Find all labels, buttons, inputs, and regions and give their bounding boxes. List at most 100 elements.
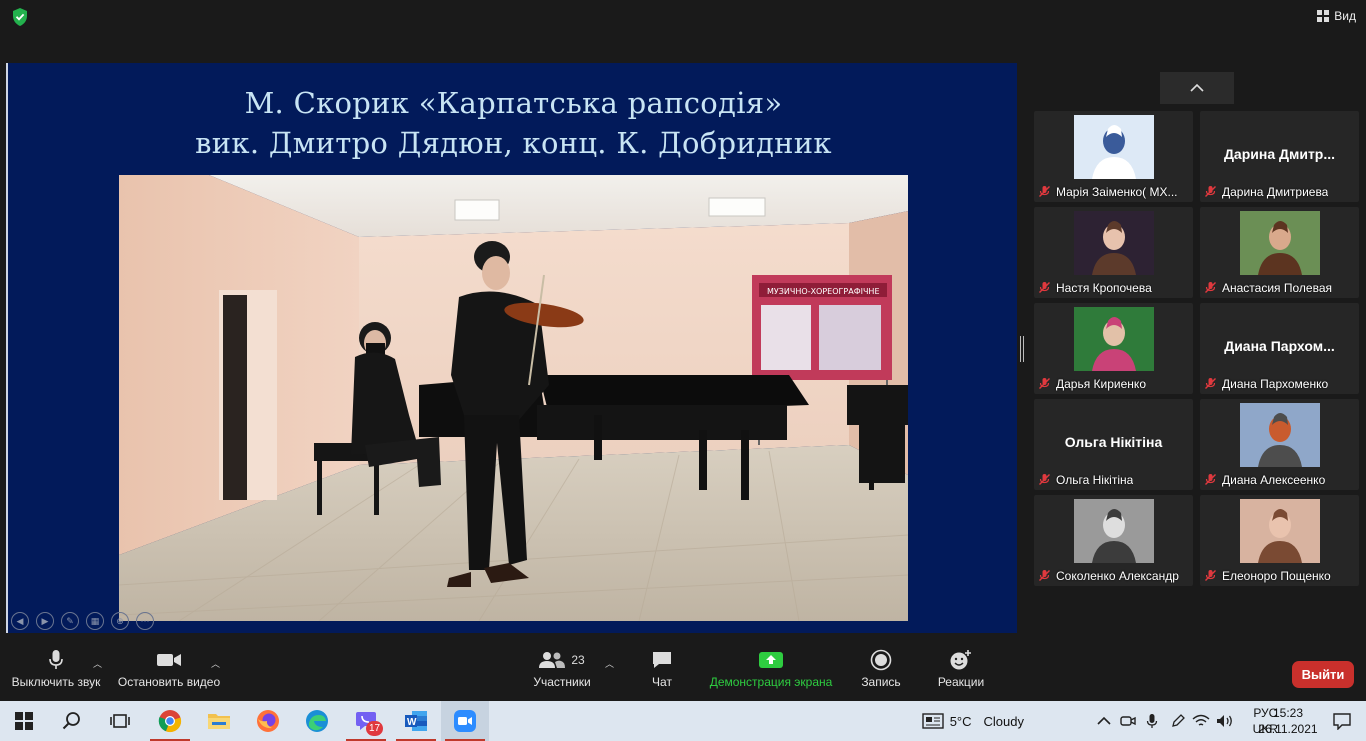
reactions-label: Реакции bbox=[937, 675, 985, 689]
share-screen-icon bbox=[758, 645, 784, 675]
notifications-button[interactable] bbox=[1332, 701, 1352, 741]
participant-name-label: Елеоноро Пощенко bbox=[1204, 567, 1331, 584]
participant-video-thumbnail bbox=[1240, 211, 1320, 275]
task-view-button[interactable] bbox=[96, 701, 144, 741]
taskbar-edge[interactable] bbox=[293, 701, 341, 741]
participant-tile[interactable]: Марія Заіменко( МХ... bbox=[1034, 111, 1193, 202]
muted-microphone-icon bbox=[1039, 186, 1050, 197]
slide-title-line1: М. Скорик «Карпатська рапсодія» bbox=[244, 86, 783, 120]
participant-tile[interactable]: Анастасия Полевая bbox=[1200, 207, 1359, 298]
participant-name-label: Ольга Нікітіна bbox=[1038, 471, 1133, 488]
participant-name: Диана Алексеенко bbox=[1222, 472, 1326, 487]
camera-tray-icon[interactable] bbox=[1120, 701, 1136, 741]
more-icon[interactable]: ⋯ bbox=[136, 612, 154, 630]
participant-display-name: Дарина Дмитр... bbox=[1223, 146, 1336, 162]
windows-taskbar: 17 W 5°C Cloudy РУС UKR 15:23 26.11.2021 bbox=[0, 701, 1366, 741]
participant-name: Марія Заіменко( МХ... bbox=[1056, 184, 1178, 199]
muted-microphone-icon bbox=[1039, 282, 1050, 293]
participant-tile[interactable]: Диана Пархом... Диана Пархоменко bbox=[1200, 303, 1359, 394]
video-options-caret-icon[interactable]: ︿ bbox=[211, 657, 220, 670]
video-camera-icon bbox=[156, 645, 182, 675]
participant-video-thumbnail bbox=[1074, 211, 1154, 275]
chat-icon bbox=[651, 645, 673, 675]
firefox-icon bbox=[257, 710, 279, 732]
clock-time: 15:23 bbox=[1272, 706, 1304, 720]
photo-banner-text: МУЗИЧНО-ХОРЕОГРАФІЧНЕ bbox=[767, 287, 880, 296]
participant-tile[interactable]: Дарина Дмитр... Дарина Дмитриева bbox=[1200, 111, 1359, 202]
pen-icon[interactable]: ✎ bbox=[61, 612, 79, 630]
taskbar-zoom[interactable] bbox=[441, 701, 489, 741]
participant-name: Дарина Дмитриева bbox=[1222, 184, 1329, 199]
wifi-icon[interactable] bbox=[1192, 701, 1210, 741]
slides-grid-icon[interactable]: ▦ bbox=[86, 612, 104, 630]
mute-label: Выключить звук bbox=[11, 675, 101, 689]
participant-display-name: Диана Пархом... bbox=[1224, 338, 1335, 354]
task-view-icon bbox=[110, 714, 130, 728]
muted-microphone-icon bbox=[1205, 282, 1216, 293]
stop-video-button[interactable]: Остановить видео bbox=[116, 645, 222, 701]
audio-options-caret-icon[interactable]: ︿ bbox=[93, 657, 102, 670]
reactions-button[interactable]: Реакции bbox=[934, 645, 988, 701]
notification-icon bbox=[1333, 713, 1351, 730]
record-icon bbox=[870, 645, 892, 675]
taskbar-firefox[interactable] bbox=[244, 701, 292, 741]
reactions-smiley-icon bbox=[949, 645, 973, 675]
participant-display-name: Ольга Нікітіна bbox=[1064, 434, 1163, 450]
search-button[interactable] bbox=[48, 701, 96, 741]
taskbar-chrome[interactable] bbox=[146, 701, 194, 741]
weather-desc: Cloudy bbox=[983, 713, 1024, 729]
participant-tile[interactable]: Елеоноро Пощенко bbox=[1200, 495, 1359, 586]
participant-name-label: Диана Алексеенко bbox=[1204, 471, 1325, 488]
participant-tile[interactable]: Дарья Кириенко bbox=[1034, 303, 1193, 394]
windows-logo-icon bbox=[15, 712, 33, 730]
taskbar-viber[interactable]: 17 bbox=[342, 701, 390, 741]
participants-caret-icon[interactable]: ︿ bbox=[605, 657, 614, 670]
next-slide-icon[interactable]: ▶ bbox=[36, 612, 54, 630]
shared-screen[interactable]: М. Скорик «Карпатська рапсодія» вик. Дми… bbox=[6, 63, 1017, 633]
gallery-scroll-up-button[interactable] bbox=[1160, 72, 1234, 104]
view-button[interactable]: Вид bbox=[1317, 5, 1356, 27]
participant-name: Соколенко Александр bbox=[1056, 568, 1179, 583]
participant-video-thumbnail bbox=[1240, 499, 1320, 563]
share-screen-label: Демонстрация экрана bbox=[709, 675, 833, 689]
concert-photo: МУЗИЧНО-ХОРЕОГРАФІЧНЕ bbox=[119, 175, 908, 621]
chat-button[interactable]: Чат bbox=[640, 645, 684, 701]
weather-widget[interactable]: 5°C Cloudy bbox=[922, 701, 1024, 741]
share-screen-button[interactable]: Демонстрация экрана bbox=[706, 645, 836, 701]
microphone-icon bbox=[48, 645, 64, 675]
pen-tray-icon[interactable] bbox=[1170, 701, 1186, 741]
taskbar-file-explorer[interactable] bbox=[195, 701, 243, 741]
zoom-meeting-window: Вид М. Скорик «Карпатська рапсодія» вик.… bbox=[0, 0, 1366, 741]
taskbar-word[interactable]: W bbox=[392, 701, 440, 741]
zoom-icon[interactable]: ⊕ bbox=[111, 612, 129, 630]
view-label: Вид bbox=[1334, 9, 1356, 23]
slide-title: М. Скорик «Карпатська рапсодія» вик. Дми… bbox=[8, 83, 1019, 163]
participant-name-label: Анастасия Полевая bbox=[1204, 279, 1332, 296]
participant-name: Ольга Нікітіна bbox=[1056, 472, 1134, 487]
mute-button[interactable]: Выключить звук bbox=[8, 645, 104, 701]
participant-tile[interactable]: Ольга Нікітіна Ольга Нікітіна bbox=[1034, 399, 1193, 490]
participant-tile[interactable]: Соколенко Александр bbox=[1034, 495, 1193, 586]
participant-video-thumbnail bbox=[1074, 499, 1154, 563]
volume-icon[interactable] bbox=[1216, 701, 1234, 741]
participant-tile[interactable]: Диана Алексеенко bbox=[1200, 399, 1359, 490]
muted-microphone-icon bbox=[1205, 186, 1216, 197]
participant-video-thumbnail bbox=[1074, 307, 1154, 371]
viber-badge: 17 bbox=[366, 721, 384, 736]
record-button[interactable]: Запись bbox=[856, 645, 906, 701]
start-button[interactable] bbox=[0, 701, 48, 741]
slide-nav: ◀ ▶ ✎ ▦ ⊕ ⋯ bbox=[11, 612, 154, 630]
participants-button[interactable]: 23 Участники bbox=[524, 645, 600, 701]
show-hidden-icons-button[interactable] bbox=[1097, 701, 1111, 741]
panel-splitter[interactable] bbox=[1020, 336, 1024, 362]
participant-name: Настя Кропочева bbox=[1056, 280, 1152, 295]
participant-name-label: Соколенко Александр bbox=[1038, 567, 1179, 584]
leave-button[interactable]: Выйти bbox=[1292, 661, 1354, 688]
shield-icon[interactable] bbox=[11, 7, 29, 27]
chat-label: Чат bbox=[652, 675, 672, 689]
clock[interactable]: 15:23 26.11.2021 bbox=[1258, 701, 1318, 741]
microphone-tray-icon[interactable] bbox=[1146, 701, 1158, 741]
participants-label: Участники bbox=[533, 675, 591, 689]
prev-slide-icon[interactable]: ◀ bbox=[11, 612, 29, 630]
participant-tile[interactable]: Настя Кропочева bbox=[1034, 207, 1193, 298]
